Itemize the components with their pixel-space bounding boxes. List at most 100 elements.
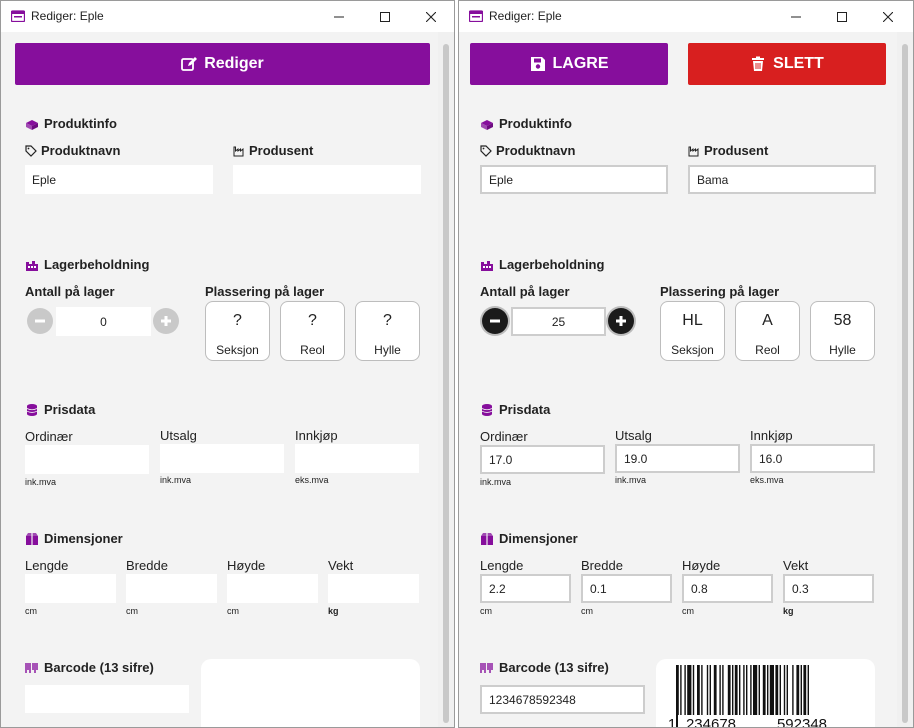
box-icon <box>26 532 38 545</box>
height-input[interactable]: 0.8 <box>682 574 773 603</box>
width-input[interactable]: 0.1 <box>581 574 672 603</box>
length-input[interactable]: 2.2 <box>480 574 571 603</box>
section-lagerbeholdning: Lagerbeholdning <box>25 257 149 272</box>
section-location-button[interactable]: ? Seksjon <box>205 301 270 361</box>
tag-icon <box>25 144 37 157</box>
delete-button-label: SLETT <box>773 55 824 72</box>
sale-price-input[interactable]: 19.0 <box>615 444 740 473</box>
section-barcode: Barcode (13 sifre) <box>480 660 609 675</box>
factory-icon <box>688 146 699 156</box>
barcode-bar <box>709 665 711 715</box>
maximize-button[interactable] <box>362 1 408 32</box>
height-field <box>227 574 318 603</box>
boxes-icon <box>26 119 38 130</box>
stock-count-input[interactable]: 25 <box>511 307 606 336</box>
edit-window-view: Rediger: Eple Rediger Produktinfo Produk… <box>0 0 455 728</box>
shelf-unit-location-button[interactable]: ? Reol <box>280 301 345 361</box>
producer-label: Produsent <box>688 143 768 158</box>
increase-stock-button[interactable] <box>153 308 179 334</box>
product-name-label: Produktnavn <box>480 143 575 158</box>
barcode-bar <box>692 665 695 715</box>
barcode-image <box>201 659 420 727</box>
edit-window-editing: Rediger: Eple LAGRE SLETT Produktinfo Pr… <box>458 0 914 728</box>
close-button[interactable] <box>865 1 911 32</box>
trash-icon <box>752 56 765 71</box>
close-icon <box>883 11 893 22</box>
height-unit: cm <box>682 606 694 616</box>
product-name-input[interactable]: Eple <box>480 165 668 194</box>
section-dimensjoner: Dimensjoner <box>480 531 578 546</box>
decrease-stock-button[interactable] <box>482 308 508 334</box>
stock-count-label: Antall på lager <box>480 284 570 299</box>
maximize-icon <box>380 11 390 22</box>
barcode-bar <box>796 665 800 715</box>
producer-input[interactable]: Bama <box>688 165 876 194</box>
close-button[interactable] <box>408 1 454 32</box>
length-label: Lengde <box>25 558 69 573</box>
app-icon <box>11 10 25 22</box>
box-icon <box>481 532 493 545</box>
barcode-bar <box>722 665 724 715</box>
barcode-bar <box>680 665 682 715</box>
plus-icon <box>616 316 626 326</box>
scrollbar[interactable] <box>438 32 454 727</box>
maximize-button[interactable] <box>819 1 865 32</box>
section-dimensjoner: Dimensjoner <box>25 531 123 546</box>
purchase-price-note: eks.mva <box>750 475 784 485</box>
section-produktinfo: Produktinfo <box>25 116 117 131</box>
weight-label: Vekt <box>328 558 354 573</box>
section-lagerbeholdning: Lagerbeholdning <box>480 257 604 272</box>
form-content: Rediger Produktinfo Produktnavn Eple Pro… <box>1 32 454 727</box>
producer-field <box>233 165 421 194</box>
shelf-unit-location-button[interactable]: A Reol <box>735 301 800 361</box>
barcode-bar <box>750 665 752 715</box>
section-location-button[interactable]: HL Seksjon <box>660 301 725 361</box>
scrollbar-thumb[interactable] <box>902 44 908 723</box>
save-button[interactable]: LAGRE <box>470 43 668 85</box>
increase-stock-button[interactable] <box>608 308 634 334</box>
save-icon <box>530 57 545 71</box>
shelf-location-button[interactable]: ? Hylle <box>355 301 420 361</box>
weight-input[interactable]: 0.3 <box>783 574 874 603</box>
purchase-price-label: Innkjøp <box>750 428 793 443</box>
barcode-graphic: 1 234678 592348 <box>668 665 835 727</box>
edit-button[interactable]: Rediger <box>15 43 430 85</box>
shelf-location-button[interactable]: 58 Hylle <box>810 301 875 361</box>
width-unit: cm <box>581 606 593 616</box>
barcode-bar <box>767 665 769 715</box>
placement-label: Plassering på lager <box>205 284 325 299</box>
barcode-bar <box>701 665 703 715</box>
barcode-bar <box>687 665 692 715</box>
minimize-button[interactable] <box>773 1 819 32</box>
decrease-stock-button[interactable] <box>27 308 53 334</box>
purchase-price-input[interactable]: 16.0 <box>750 444 875 473</box>
barcode-input[interactable]: 1234678592348 <box>480 685 645 714</box>
warehouse-icon <box>481 260 493 271</box>
purchase-price-field <box>295 444 419 473</box>
scrollbar-thumb[interactable] <box>443 44 449 723</box>
coins-icon <box>26 403 38 416</box>
window-title: Rediger: Eple <box>31 9 104 23</box>
window-title: Rediger: Eple <box>489 9 562 23</box>
section-prisdata: Prisdata <box>25 402 95 417</box>
sale-price-note: ink.mva <box>615 475 647 485</box>
barcode-bar <box>792 665 794 715</box>
barcode-bar <box>713 665 717 715</box>
ordinary-price-note: ink.mva <box>25 477 57 487</box>
title-bar[interactable]: Rediger: Eple <box>1 1 454 32</box>
minimize-button[interactable] <box>316 1 362 32</box>
app-icon <box>469 10 483 22</box>
title-bar[interactable]: Rediger: Eple <box>459 1 913 32</box>
barcode-bar <box>786 665 788 715</box>
barcode-bar <box>739 665 741 715</box>
scrollbar[interactable] <box>897 32 913 727</box>
section-barcode: Barcode (13 sifre) <box>25 660 154 675</box>
weight-unit: kg <box>783 606 794 616</box>
delete-button[interactable]: SLETT <box>688 43 886 85</box>
barcode-bar <box>758 665 760 715</box>
length-label: Lengde <box>480 558 524 573</box>
ordinary-price-input[interactable]: 17.0 <box>480 445 605 474</box>
minimize-icon <box>334 16 344 17</box>
form-content: LAGRE SLETT Produktinfo Produktnavn Eple… <box>459 32 913 727</box>
barcode-bar <box>775 665 779 715</box>
